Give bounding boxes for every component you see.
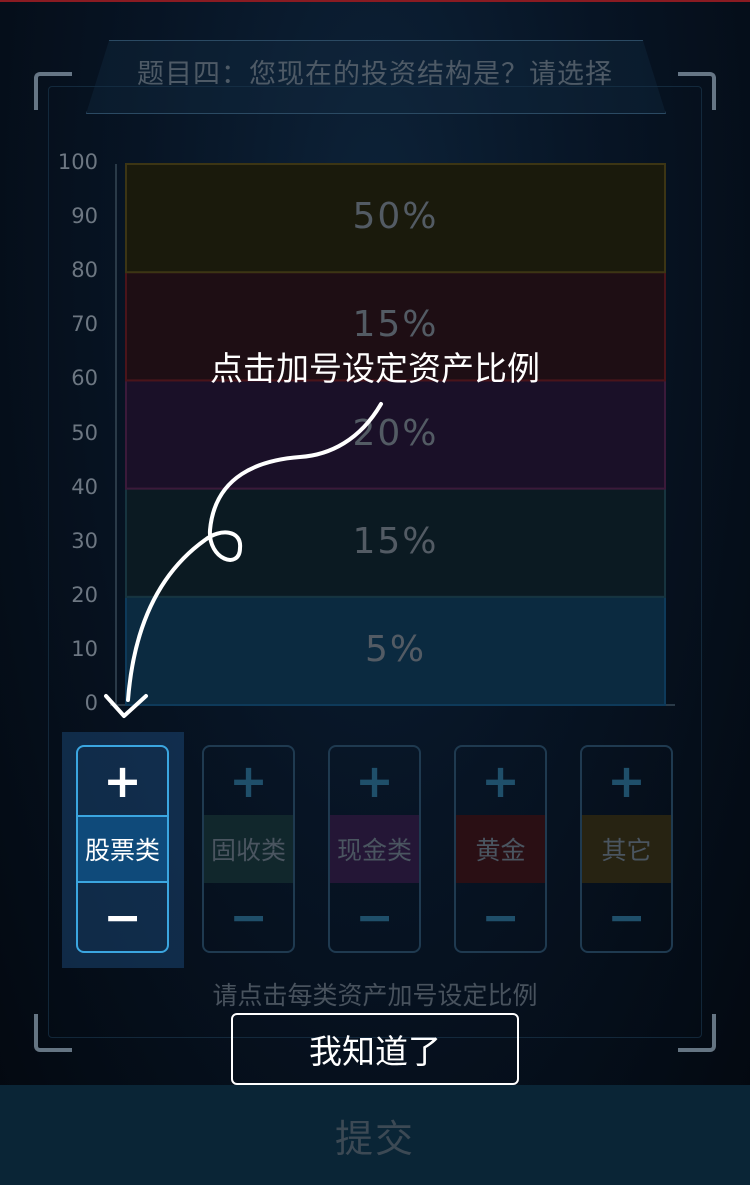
asset-control: + 黄金 − [454, 745, 547, 953]
confirm-button[interactable]: 我知道了 [231, 1013, 519, 1085]
asset-label: 股票类 [78, 815, 167, 883]
y-tick-label: 80 [71, 258, 98, 283]
segment-percent-label: 15% [352, 520, 439, 562]
increase-button[interactable]: + [330, 747, 419, 815]
y-tick-label: 90 [71, 204, 98, 229]
asset-control: + 股票类 − [76, 745, 169, 953]
decrease-button[interactable]: − [456, 883, 545, 951]
minus-icon: − [607, 890, 646, 944]
increase-button[interactable]: + [456, 747, 545, 815]
asset-label: 固收类 [204, 815, 293, 883]
y-tick-label: 50 [71, 420, 98, 445]
asset-label: 现金类 [330, 815, 419, 883]
minus-icon: − [229, 890, 268, 944]
increase-button[interactable]: + [582, 747, 671, 815]
asset-label: 黄金 [456, 815, 545, 883]
y-tick-label: 100 [57, 150, 98, 174]
decrease-button[interactable]: − [582, 883, 671, 951]
y-tick-label: 60 [71, 366, 98, 391]
plus-icon: + [229, 754, 268, 808]
decrease-button[interactable]: − [330, 883, 419, 951]
segment-percent-label: 50% [352, 196, 439, 238]
segment-percent-label: 20% [352, 412, 439, 454]
y-tick-label: 10 [71, 636, 98, 661]
asset-control: + 其它 − [580, 745, 673, 953]
segment-percent-label: 15% [352, 304, 439, 346]
asset-control: + 固收类 − [202, 745, 295, 953]
increase-button[interactable]: + [204, 747, 293, 815]
screen: 题目四：您现在的投资结构是？请选择 100 90 80 70 60 50 40 30 20 10 0… [0, 0, 750, 1185]
asset-label: 其它 [582, 815, 671, 883]
submit-button-label: 提交 [334, 1116, 415, 1161]
tip-text: 点击加号设定资产比例 [210, 349, 540, 388]
plus-icon: + [103, 754, 142, 808]
y-tick-label: 70 [71, 312, 98, 337]
hint-text: 请点击每类资产加号设定比例 [212, 981, 538, 1010]
increase-button[interactable]: + [78, 747, 167, 815]
decrease-button[interactable]: − [78, 883, 167, 951]
minus-icon: − [355, 890, 394, 944]
asset-control: + 现金类 − [328, 745, 421, 953]
submit-bar[interactable]: 提交 [0, 1085, 750, 1185]
y-tick-label: 30 [71, 528, 98, 553]
y-tick-label: 40 [71, 474, 98, 499]
plus-icon: + [355, 754, 394, 808]
y-tick-label: 0 [84, 691, 98, 715]
minus-icon: − [481, 890, 520, 944]
decrease-button[interactable]: − [204, 883, 293, 951]
y-tick-label: 20 [71, 582, 98, 607]
plus-icon: + [607, 754, 646, 808]
minus-icon: − [103, 890, 142, 944]
segment-percent-label: 5% [364, 628, 427, 670]
plus-icon: + [481, 754, 520, 808]
